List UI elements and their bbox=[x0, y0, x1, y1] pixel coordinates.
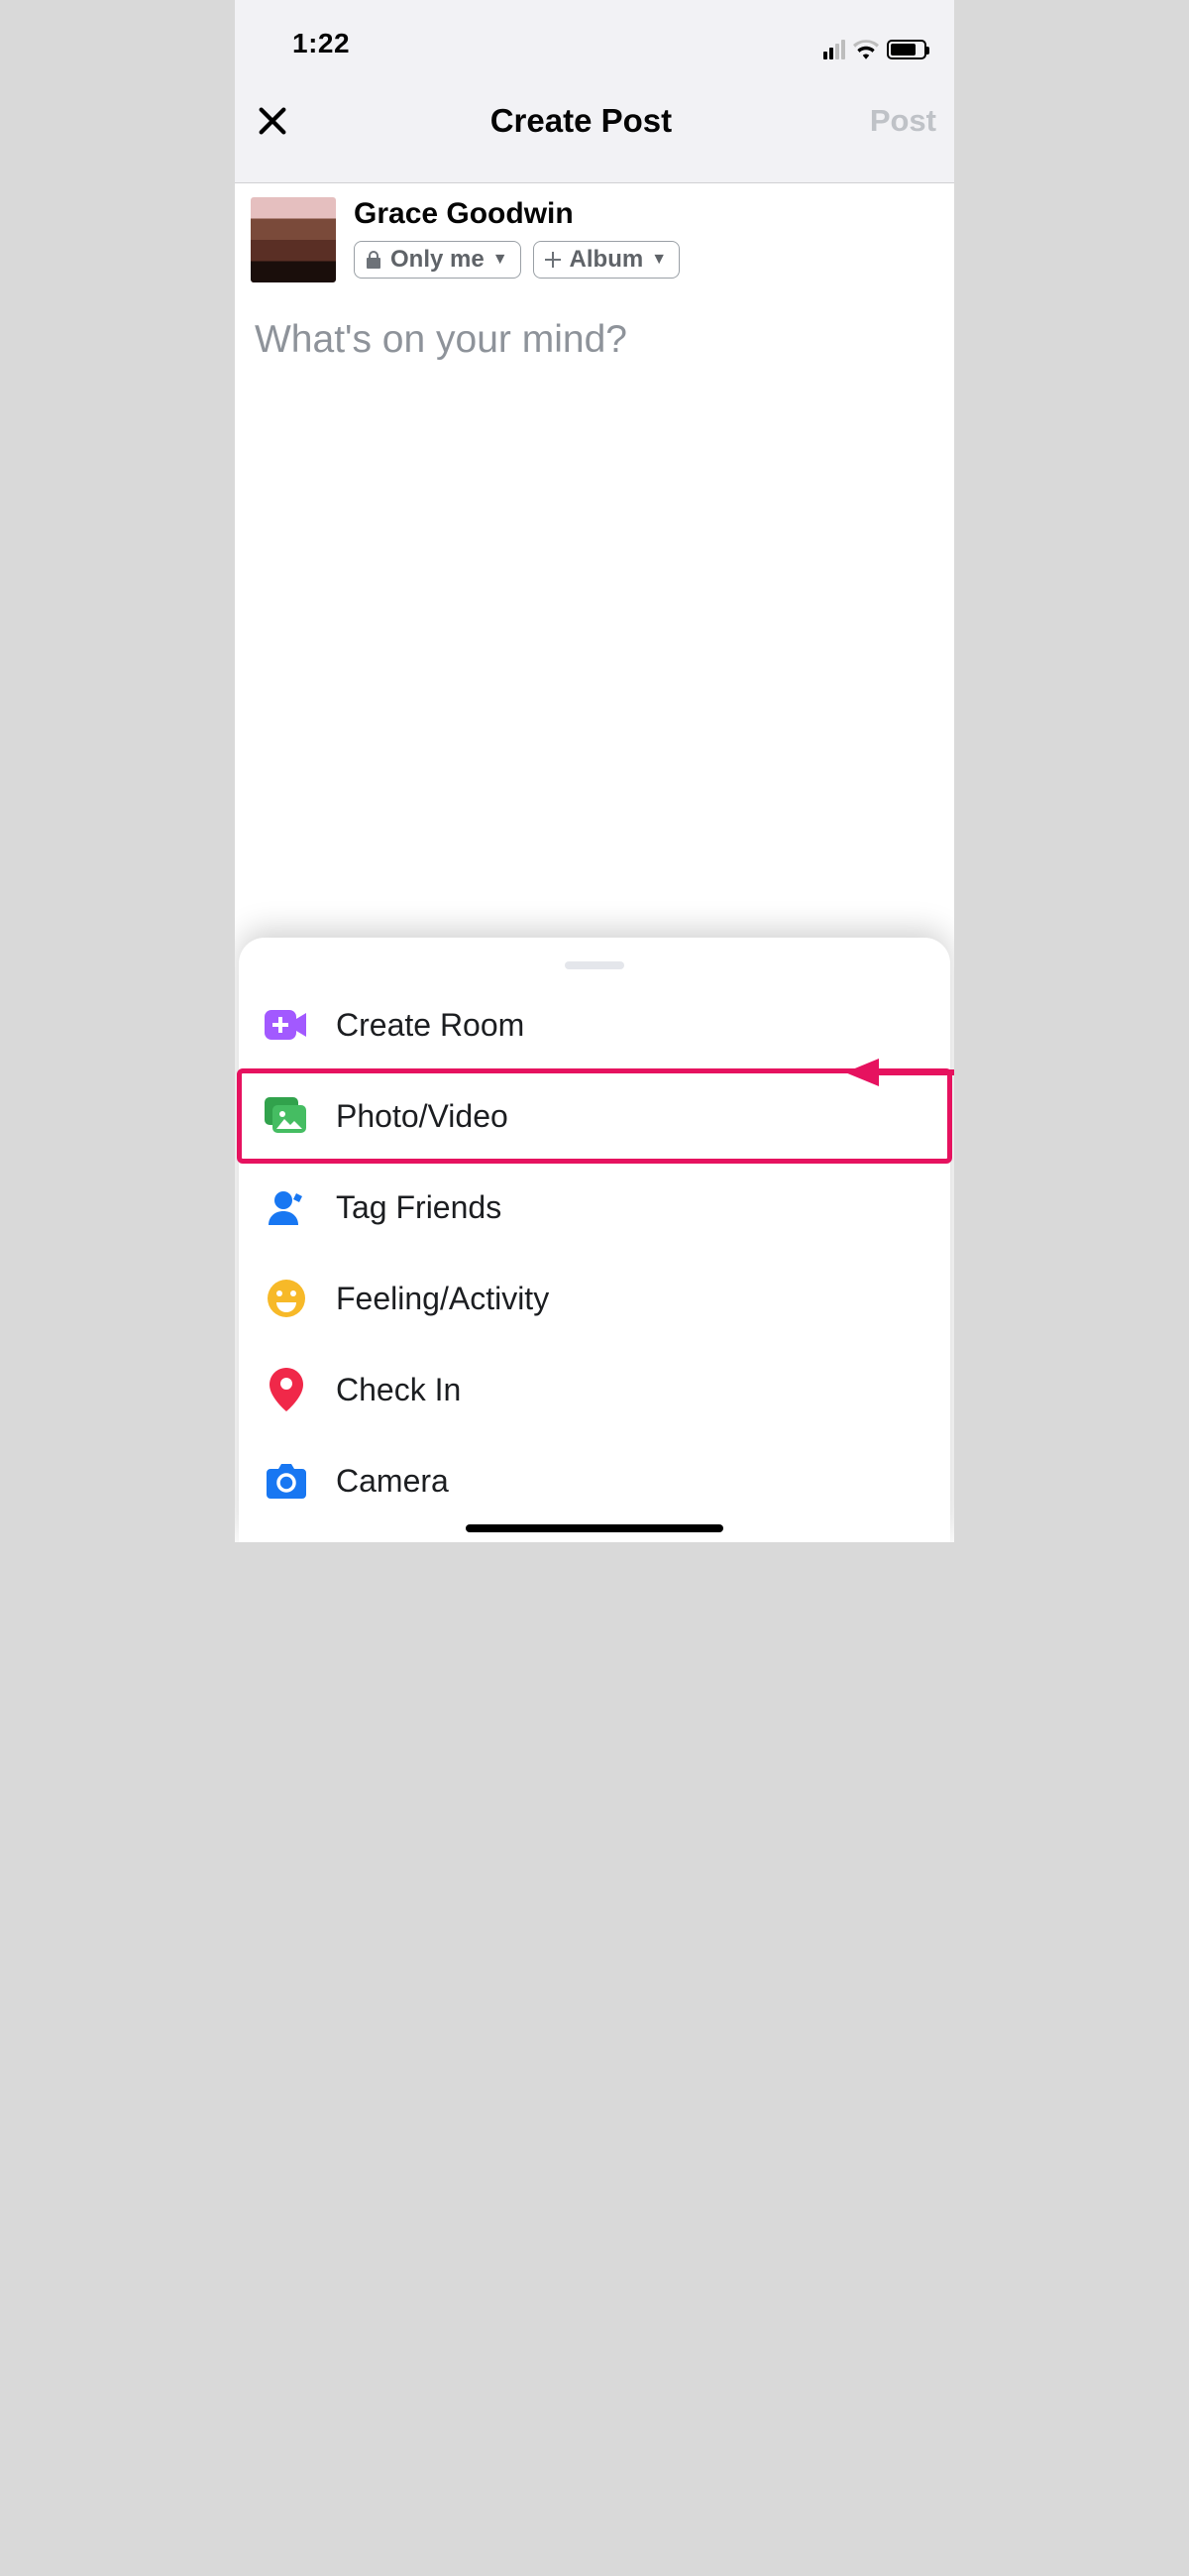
drag-handle[interactable] bbox=[565, 961, 624, 969]
clock-time: 1:22 bbox=[292, 28, 350, 59]
user-name: Grace Goodwin bbox=[354, 197, 680, 231]
composer: Grace Goodwin Only me ▼ Album bbox=[235, 183, 954, 1542]
option-label: Check In bbox=[336, 1372, 461, 1408]
option-check-in[interactable]: Check In bbox=[239, 1344, 950, 1435]
chevron-down-icon: ▼ bbox=[651, 252, 667, 268]
nav-bar: Create Post Post bbox=[235, 59, 954, 183]
privacy-selector[interactable]: Only me ▼ bbox=[354, 241, 521, 279]
option-feeling-activity[interactable]: Feeling/Activity bbox=[239, 1253, 950, 1344]
emoji-icon bbox=[265, 1277, 308, 1320]
status-bar: 1:22 bbox=[235, 0, 954, 59]
home-indicator bbox=[466, 1524, 723, 1532]
wifi-icon bbox=[853, 40, 879, 59]
chevron-down-icon: ▼ bbox=[492, 252, 508, 268]
option-label: Tag Friends bbox=[336, 1189, 501, 1226]
location-pin-icon bbox=[265, 1368, 308, 1411]
options-sheet[interactable]: Create Room Photo/Video bbox=[239, 938, 950, 1542]
status-icons bbox=[823, 40, 926, 59]
video-plus-icon bbox=[265, 1003, 308, 1047]
person-tag-icon bbox=[265, 1185, 308, 1229]
page-title: Create Post bbox=[490, 102, 672, 140]
photo-icon bbox=[265, 1094, 308, 1138]
camera-icon bbox=[265, 1459, 308, 1503]
post-button[interactable]: Post bbox=[870, 103, 936, 139]
option-photo-video[interactable]: Photo/Video bbox=[239, 1070, 950, 1162]
option-create-room[interactable]: Create Room bbox=[239, 979, 950, 1070]
avatar bbox=[251, 197, 336, 282]
close-button[interactable] bbox=[253, 101, 292, 141]
privacy-label: Only me bbox=[390, 248, 485, 272]
phone-frame: 1:22 Create Post Post G bbox=[235, 0, 954, 1542]
post-textarea[interactable]: What's on your mind? bbox=[235, 282, 954, 397]
battery-icon bbox=[887, 40, 926, 59]
option-label: Camera bbox=[336, 1463, 449, 1500]
option-label: Feeling/Activity bbox=[336, 1281, 549, 1317]
option-label: Photo/Video bbox=[336, 1098, 508, 1135]
lock-icon bbox=[365, 250, 382, 270]
plus-icon bbox=[544, 251, 562, 269]
option-tag-friends[interactable]: Tag Friends bbox=[239, 1162, 950, 1253]
option-label: Create Room bbox=[336, 1007, 524, 1044]
album-selector[interactable]: Album ▼ bbox=[533, 241, 681, 279]
album-label: Album bbox=[570, 248, 644, 272]
cellular-icon bbox=[823, 40, 845, 59]
